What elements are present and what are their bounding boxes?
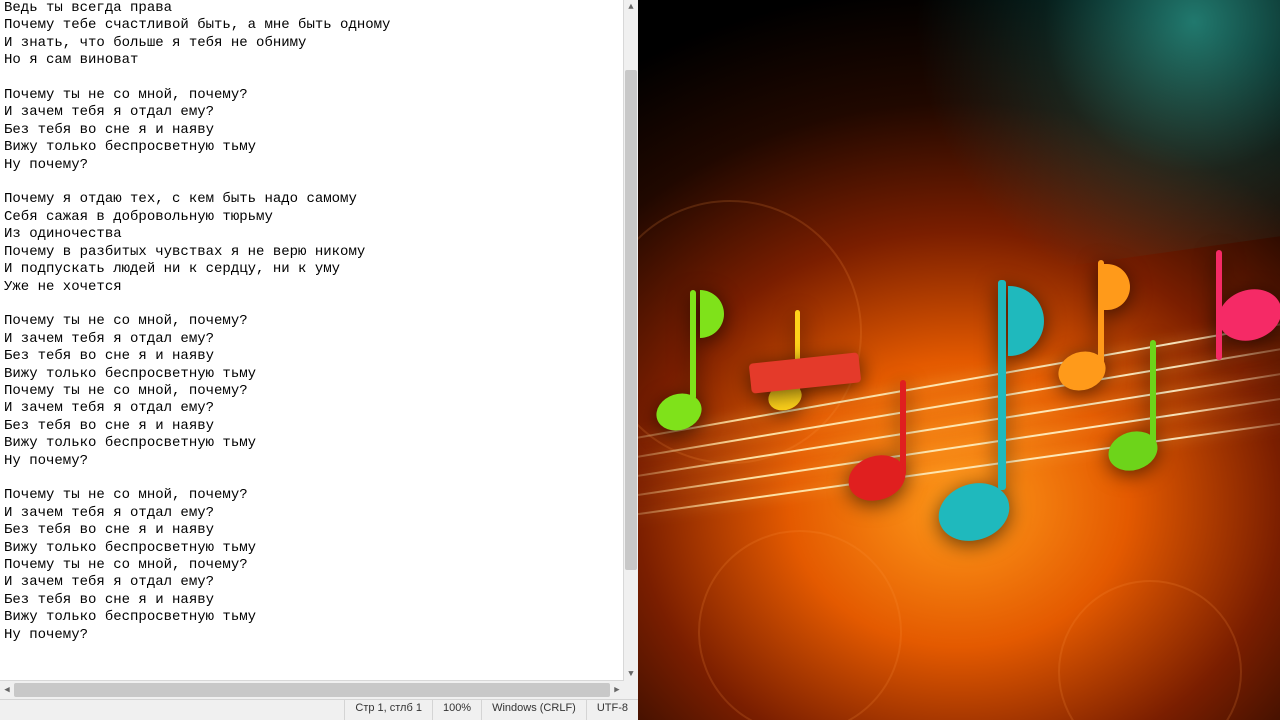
music-artwork <box>638 0 1280 720</box>
scroll-down-arrow-icon[interactable]: ▼ <box>624 667 638 681</box>
status-cursor-position: Стр 1, стлб 1 <box>344 700 432 720</box>
scroll-corner <box>624 681 638 699</box>
status-spacer <box>0 700 344 720</box>
scroll-left-arrow-icon[interactable]: ◀ <box>0 681 14 699</box>
music-note-icon <box>938 280 1048 540</box>
vertical-scroll-thumb[interactable] <box>625 70 637 570</box>
horizontal-scrollbar[interactable]: ◀ ▶ <box>0 680 624 699</box>
music-note-icon <box>1188 250 1280 390</box>
status-bar: Стр 1, стлб 1 100% Windows (CRLF) UTF-8 <box>0 699 638 720</box>
status-zoom: 100% <box>432 700 481 720</box>
horizontal-scroll-thumb[interactable] <box>14 683 610 697</box>
text-editor[interactable]: Ведь ты всегда права Почему тебе счастли… <box>4 0 624 681</box>
notepad-window: Ведь ты всегда права Почему тебе счастли… <box>0 0 638 720</box>
scroll-up-arrow-icon[interactable]: ▲ <box>624 0 638 14</box>
music-note-icon <box>1108 340 1188 470</box>
music-note-icon <box>848 380 928 500</box>
status-encoding: UTF-8 <box>586 700 638 720</box>
status-line-ending: Windows (CRLF) <box>481 700 586 720</box>
vertical-scrollbar[interactable]: ▲ ▼ <box>623 0 638 681</box>
scroll-right-arrow-icon[interactable]: ▶ <box>610 681 624 699</box>
glow-ring <box>698 530 902 720</box>
editor-area: Ведь ты всегда права Почему тебе счастли… <box>0 0 638 699</box>
music-note-icon <box>656 290 726 430</box>
glow-ring <box>1058 580 1242 720</box>
